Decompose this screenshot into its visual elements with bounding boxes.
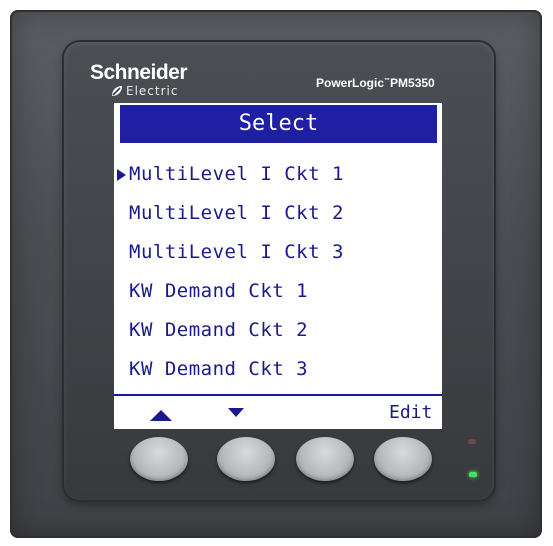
selection-pointer-icon: [117, 169, 126, 181]
menu-item-multilevel-ckt-1[interactable]: MultiLevel I Ckt 1: [114, 155, 442, 194]
menu-item-label: KW Demand Ckt 3: [129, 358, 309, 380]
brand-sub: Electric: [110, 84, 187, 98]
menu-item-multilevel-ckt-3[interactable]: MultiLevel I Ckt 3: [114, 233, 442, 272]
menu-item-multilevel-ckt-2[interactable]: MultiLevel I Ckt 2: [114, 194, 442, 233]
edit-button[interactable]: [374, 437, 432, 481]
up-button[interactable]: [130, 437, 188, 481]
screen-title: Select: [120, 105, 437, 143]
brand-sub-text: Electric: [126, 84, 179, 98]
softkey-divider: [114, 394, 442, 396]
menu-item-kw-demand-ckt-2[interactable]: KW Demand Ckt 2: [114, 311, 442, 350]
lcd-screen: Select MultiLevel I Ckt 1 MultiLevel I C…: [114, 103, 442, 429]
schneider-leaf-icon: [112, 86, 122, 96]
menu-item-label: KW Demand Ckt 2: [129, 319, 309, 341]
down-triangle-icon: [228, 408, 244, 417]
power-led: [469, 472, 477, 477]
blank-button[interactable]: [296, 437, 354, 481]
softkey-edit-label: Edit: [389, 402, 433, 423]
model-label: PowerLogic™PM5350: [316, 76, 435, 90]
model-name: PowerLogic: [316, 76, 385, 90]
select-menu: MultiLevel I Ckt 1 MultiLevel I Ckt 2 Mu…: [114, 155, 442, 389]
menu-item-kw-demand-ckt-3[interactable]: KW Demand Ckt 3: [114, 350, 442, 389]
menu-item-kw-demand-ckt-1[interactable]: KW Demand Ckt 1: [114, 272, 442, 311]
up-triangle-icon: [150, 410, 172, 421]
model-number: PM5350: [390, 76, 435, 90]
brand-name: Schneider: [90, 61, 188, 84]
alarm-led: [468, 439, 476, 444]
menu-item-label: MultiLevel I Ckt 2: [129, 202, 344, 224]
softkey-bar: Edit: [114, 399, 442, 427]
down-button[interactable]: [217, 437, 275, 481]
menu-item-label: MultiLevel I Ckt 1: [129, 163, 344, 185]
schneider-logo: Schneider Electric: [90, 61, 188, 98]
menu-item-label: MultiLevel I Ckt 3: [129, 241, 344, 263]
menu-item-label: KW Demand Ckt 1: [129, 280, 309, 302]
